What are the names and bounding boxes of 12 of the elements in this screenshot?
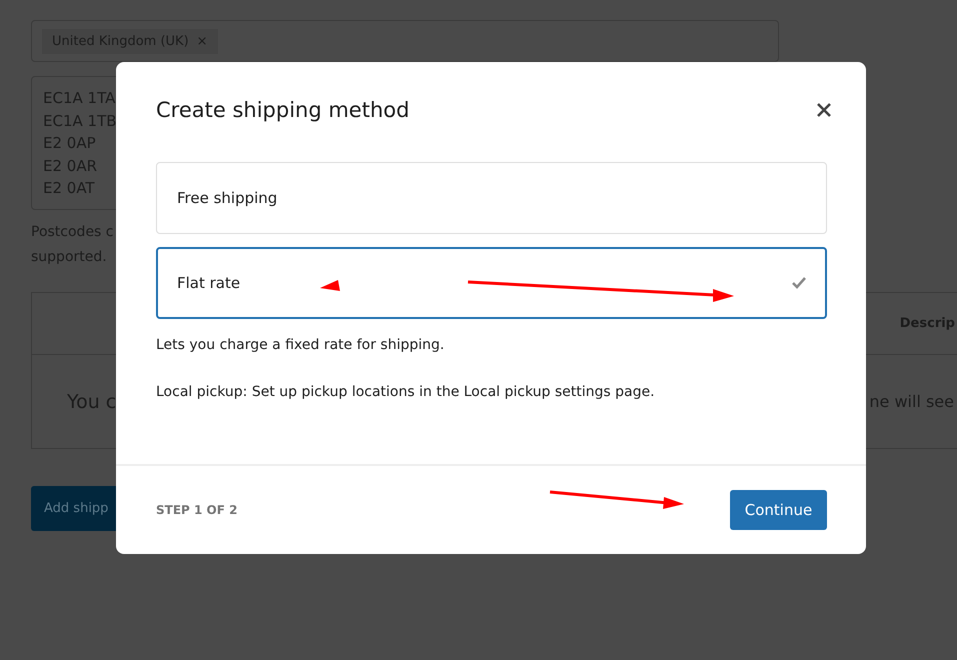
local-pickup-note: Local pickup: Set up pickup locations in the Local pickup settings page.	[156, 384, 656, 400]
step-indicator: STEP 1 OF 2	[156, 503, 238, 517]
continue-button[interactable]: Continue	[730, 490, 827, 530]
arrowhead-drawing	[320, 280, 340, 291]
modal-title: Create shipping method	[156, 98, 410, 122]
option-description: Lets you charge a fixed rate for shipping.	[156, 337, 446, 353]
shipping-option[interactable]: Flat rate	[156, 247, 827, 319]
shipping-option[interactable]: Free shipping	[156, 162, 827, 234]
check-icon	[792, 277, 806, 289]
close-button[interactable]	[815, 101, 833, 119]
option-label: Flat rate	[177, 274, 240, 292]
option-label: Free shipping	[177, 189, 278, 207]
